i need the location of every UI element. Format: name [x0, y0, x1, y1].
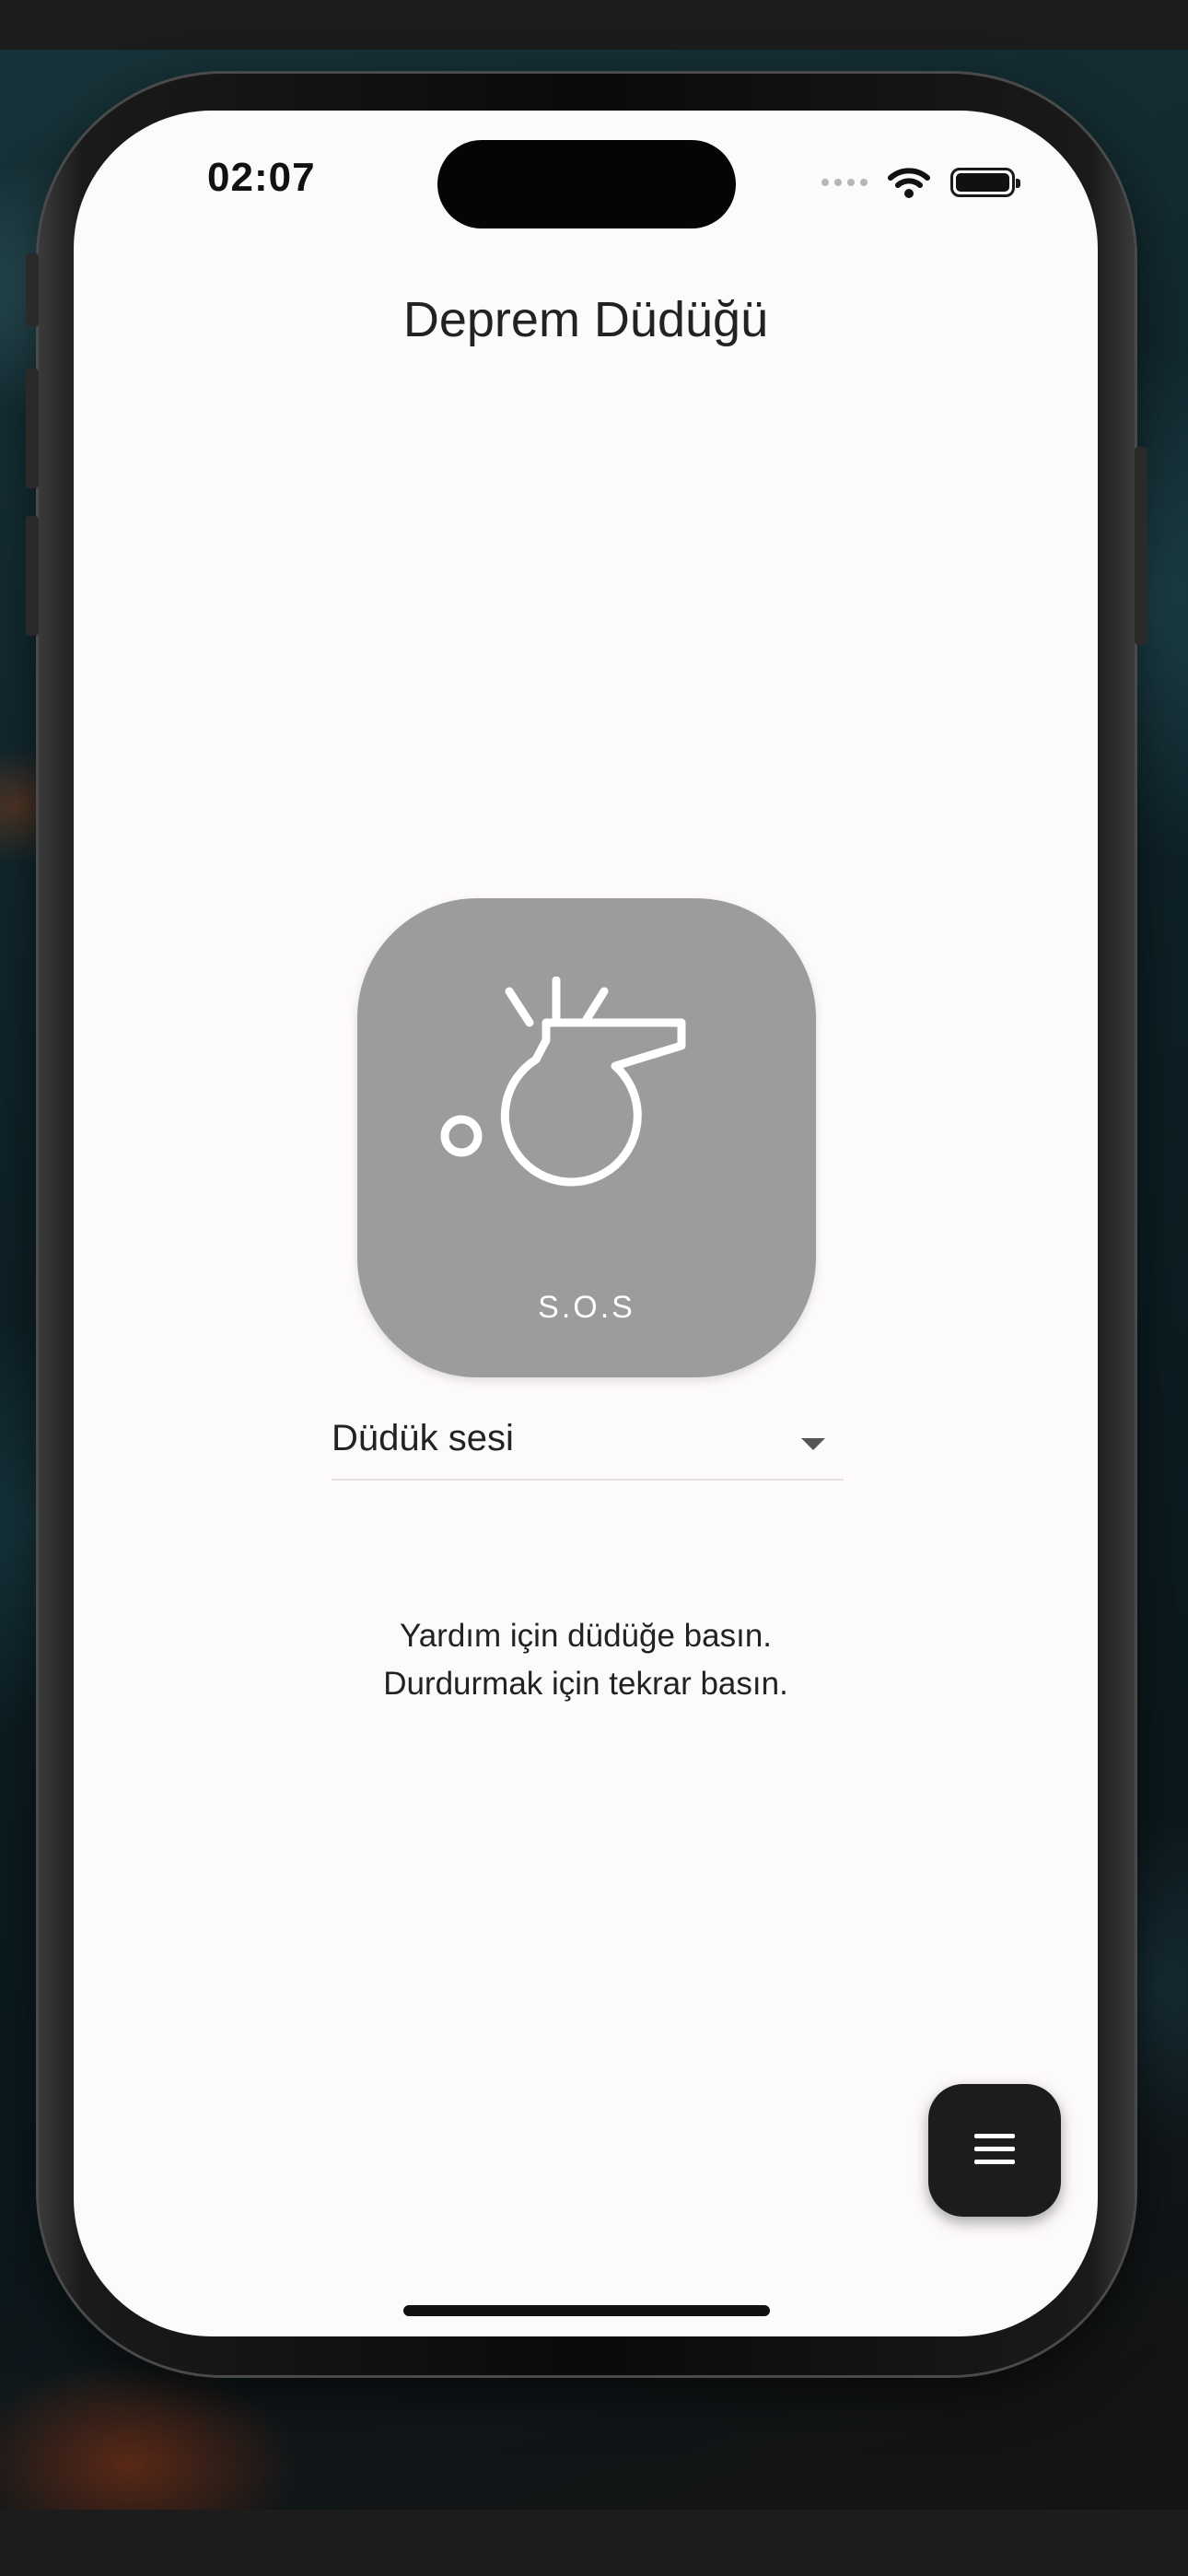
whistle-icon [440, 977, 686, 1187]
top-bar [0, 0, 1188, 50]
dynamic-island [437, 140, 736, 228]
selected-sound: Düdük sesi [332, 1418, 514, 1458]
whistle-sound-select[interactable]: Düdük sesi [332, 1405, 844, 1481]
instruction-line-2: Durdurmak için tekrar basın. [383, 1666, 788, 1702]
wifi-icon [888, 168, 930, 198]
menu-button[interactable] [928, 2084, 1061, 2217]
battery-icon [950, 168, 1020, 197]
phone-screen: 02:07 Deprem Düdüğü S.O.S Düdük sesi Yar… [74, 111, 1098, 2336]
page-title: Deprem Düdüğü [402, 292, 769, 347]
side-button-power [1135, 447, 1147, 645]
instruction-line-1: Yardım için düdüğe basın. [399, 1618, 773, 1654]
sos-whistle-button[interactable]: S.O.S [357, 898, 816, 1377]
dropdown-arrow-icon [801, 1438, 825, 1450]
status-icons [821, 166, 1020, 199]
sos-label: S.O.S [538, 1290, 635, 1325]
side-button-silent [26, 253, 39, 327]
bottom-bar [0, 2510, 1188, 2576]
side-button-volume-up [26, 369, 39, 488]
instructions: Yardım için düdüğe basın. Durdurmak için… [74, 1612, 1098, 1708]
menu-icon [974, 2134, 1015, 2167]
side-button-volume-down [26, 516, 39, 636]
home-indicator[interactable] [403, 2305, 770, 2316]
cellular-signal-icon [821, 179, 868, 186]
status-time: 02:07 [207, 155, 316, 200]
